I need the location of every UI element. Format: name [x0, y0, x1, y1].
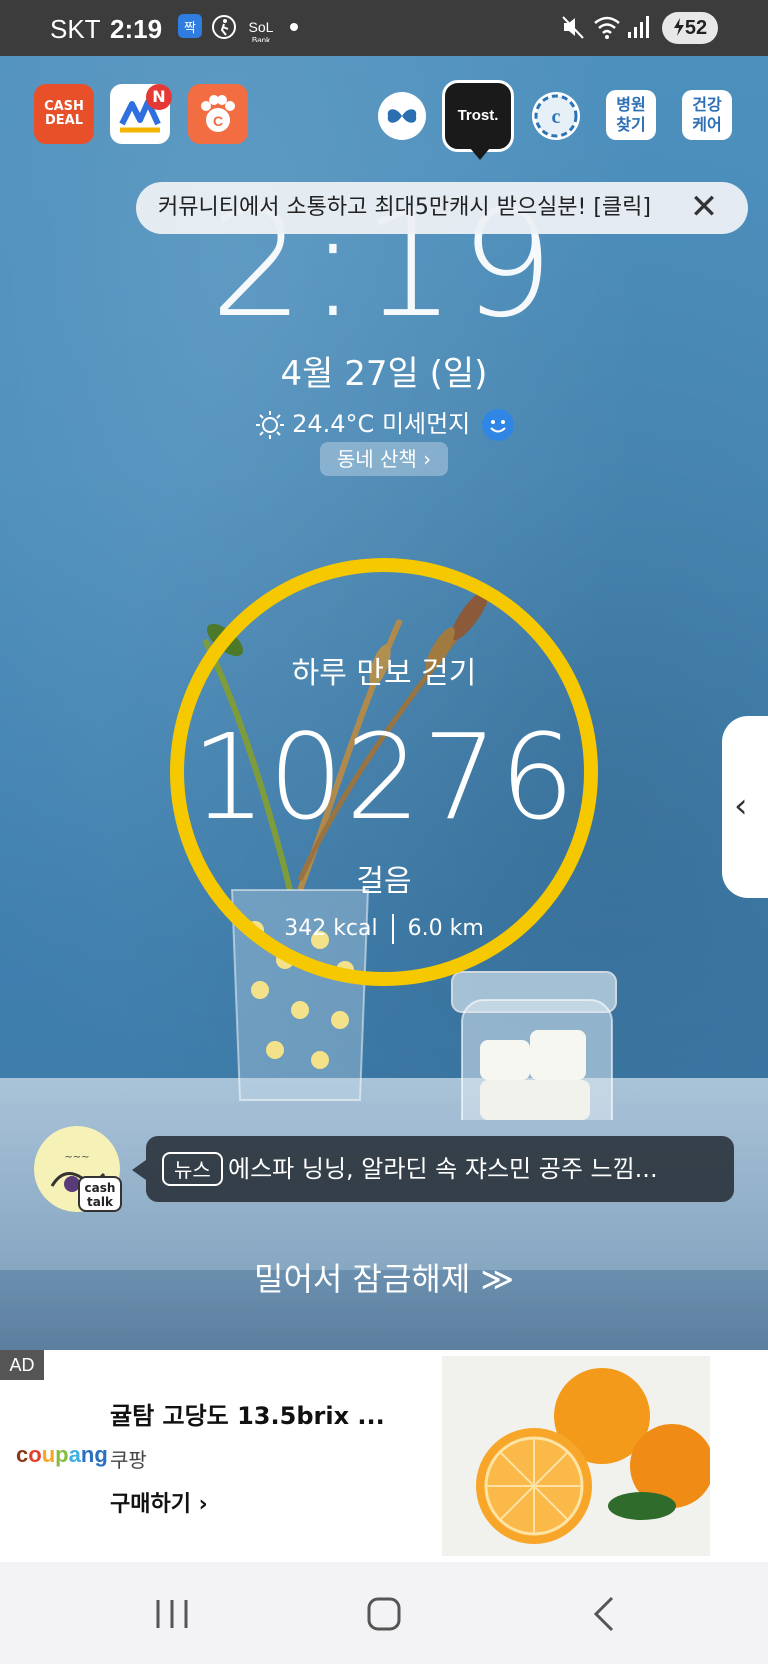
temperature: 24.4°C [292, 410, 375, 438]
new-badge: N [146, 84, 172, 110]
walk-icon [212, 15, 236, 39]
trost-app-icon[interactable]: Trost. [442, 80, 514, 152]
coupang-logo: coupang [16, 1442, 108, 1467]
navigation-bar [0, 1562, 768, 1664]
ad-product-image[interactable] [442, 1356, 714, 1556]
battery-indicator: 52 [662, 12, 718, 44]
ad-tag: AD [0, 1350, 44, 1380]
step-goal-title: 하루 만보 걷기 [291, 656, 477, 691]
sol-bank-icon: SoL Bank [249, 19, 274, 42]
cashdeal-app-icon[interactable]: CASH DEAL [34, 84, 94, 144]
status-time: 2:19 [110, 14, 163, 44]
notice-text: 커뮤니티에서 소통하고 최대5만캐시 받으실분! [클릭] [158, 195, 651, 220]
smile-face-icon [481, 409, 514, 441]
butterfly-icon [387, 109, 417, 123]
buy-now-button[interactable]: 구매하기 › [110, 1486, 208, 1518]
back-icon[interactable] [586, 1594, 626, 1634]
svg-text:~~~: ~~~ [64, 1152, 89, 1163]
c-coin-app-icon[interactable]: c [532, 92, 580, 140]
dot-icon [290, 23, 298, 31]
svg-text:C: C [213, 113, 223, 129]
wifi-icon [594, 16, 620, 39]
step-unit: 걸음 [356, 864, 412, 899]
svg-text:c: c [552, 106, 561, 128]
ad-product-title: 귤탐 고당도 13.5brix ... [110, 1402, 385, 1430]
news-tag: 뉴스 [162, 1152, 223, 1186]
home-icon[interactable] [364, 1594, 404, 1634]
coin-c-icon: c [534, 94, 578, 138]
dust-label: 미세먼지 [381, 410, 471, 438]
lock-date: 4월 27일 (일) [280, 354, 488, 394]
distance-value: 6.0 km [407, 916, 484, 941]
svg-text:SoL: SoL [249, 19, 274, 35]
calories-value: 342 kcal [284, 916, 378, 941]
community-notice-banner[interactable]: 커뮤니티에서 소통하고 최대5만캐시 받으실분! [클릭] ✕ [136, 182, 748, 234]
health-care-app-icon[interactable]: 건강 케어 [682, 90, 732, 140]
side-panel-handle[interactable]: ‹ [722, 716, 768, 898]
cashwalk-app-icon[interactable]: C [188, 84, 248, 144]
cashtalk-badge: cash talk [78, 1176, 122, 1212]
news-headline: 에스파 닝닝, 알라딘 속 쟈스민 공주 느낌... [228, 1155, 658, 1183]
news-bubble-tail [132, 1160, 146, 1180]
battery-charging-icon [673, 18, 684, 36]
neighborhood-walk-button[interactable]: 동네 산책 › [320, 442, 448, 476]
butterfly-app-icon[interactable] [378, 92, 426, 140]
ad-seller: 쿠팡 [110, 1448, 147, 1472]
ad-banner[interactable]: AD coupang 귤탐 고당도 13.5brix ... 쿠팡 구매하기 › [0, 1350, 768, 1562]
cashdeal-label: CASH DEAL [44, 99, 84, 128]
weather-row: 24.4°C 미세먼지 [0, 404, 768, 441]
stats-divider [391, 914, 394, 944]
news-bubble[interactable]: 뉴스 에스파 닝닝, 알라딘 속 쟈스민 공주 느낌... [146, 1136, 734, 1202]
close-icon[interactable]: ✕ [688, 190, 720, 224]
carrier-label: SKT [50, 14, 101, 44]
orange-fruit-image [476, 1368, 714, 1544]
hospital-finder-app-icon[interactable]: 병원 찾기 [606, 90, 656, 140]
step-count: 10276 [191, 708, 577, 846]
step-stats: 342 kcal 6.0 km [0, 914, 768, 944]
signal-icon [628, 16, 649, 38]
trost-pointer [470, 148, 490, 160]
svg-text:짝: 짝 [184, 21, 196, 36]
svg-text:Bank: Bank [252, 36, 271, 42]
paw-icon: C [201, 95, 235, 132]
app-notification-icon: 짝 [178, 14, 202, 38]
battery-level: 52 [684, 17, 708, 39]
sun-icon [256, 411, 285, 439]
swipe-to-unlock[interactable]: 밀어서 잠금해제 ≫ [0, 1254, 768, 1300]
recent-apps-icon[interactable] [152, 1594, 192, 1634]
mute-icon [562, 16, 584, 39]
chevron-left-icon: ‹ [734, 786, 748, 826]
status-bar: SKT 2:19 짝 SoL Bank 52 [0, 0, 768, 56]
